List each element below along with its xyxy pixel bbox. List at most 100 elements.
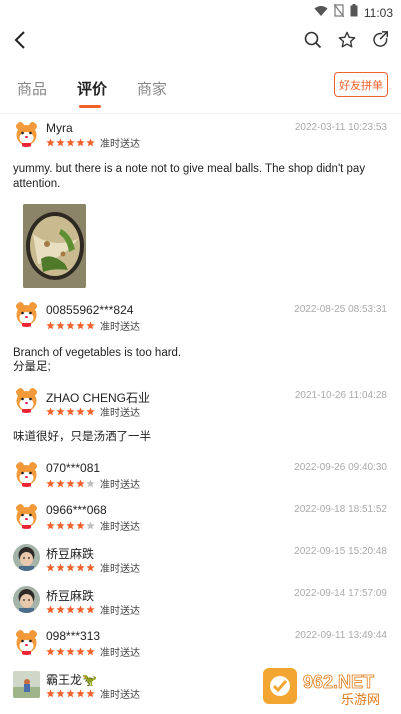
rating-stars: 准时送达 [46,318,140,333]
review-item: 桥豆麻跌 2022-09-14 17:57:09 准时送达 [0,582,401,624]
star-filled-icon [66,647,75,656]
status-time: 11:03 [363,6,393,20]
star-filled-icon [86,689,95,698]
review-comment: 味道很好，只是汤洒了一半 [13,431,151,443]
star-filled-icon [66,138,75,147]
review-date: 2022-03-11 10:23:53 [294,122,387,133]
star-filled-icon [86,138,95,147]
star-filled-icon [56,647,65,656]
review-comment: yummy. but there is a note not to give m… [13,163,366,190]
reviewer-name: 070***081 [46,461,101,475]
review-date: 2022-09-18 18:51:52 [294,504,387,515]
tab-products[interactable]: 商品 [17,78,47,99]
star-filled-icon [46,689,55,698]
delivery-status: 准时送达 [100,480,140,491]
review-item: 00855962***824 2022-08-25 08:53:31 准时送达 … [0,294,401,380]
search-icon [304,31,322,49]
star-filled-icon [76,138,85,147]
watermark-brand: 962.NET [303,672,374,692]
hamster-avatar[interactable] [13,502,40,529]
delivery-status: 准时送达 [100,322,140,333]
hamster-avatar[interactable] [13,460,40,487]
star-filled-icon [46,563,55,572]
review-item: 0966***068 2022-09-18 18:51:52 准时送达 [0,498,401,540]
star-filled-icon [66,689,75,698]
photo-avatar[interactable] [13,671,40,698]
star-filled-icon [46,138,55,147]
star-filled-icon [86,407,95,416]
star-filled-icon [76,407,85,416]
tab-bar: 商品 评价 商家 好友拼单 [0,62,401,114]
rating-stars: 准时送达 [46,602,140,617]
child-photo-avatar[interactable] [13,544,40,571]
review-item: ZHAO CHENG石业 2021-10-26 11:04:28 准时送达 味道… [0,380,401,456]
hamster-avatar[interactable] [13,386,40,413]
star-filled-icon [86,605,95,614]
star-filled-icon [76,521,85,530]
rating-stars: 准时送达 [46,686,140,701]
hamster-avatar[interactable] [13,628,40,655]
star-filled-icon [66,605,75,614]
star-filled-icon [56,321,65,330]
share-icon [373,31,389,47]
review-date: 2022-09-26 09:40:30 [294,462,387,473]
active-tab-indicator [79,105,101,108]
delivery-status: 准时送达 [100,564,140,575]
delivery-status: 准时送达 [100,690,140,701]
nav-bar [0,24,401,62]
star-filled-icon [46,479,55,488]
review-item: 098***313 2022-09-11 13:49:44 准时送达 [0,624,401,666]
review-photo[interactable] [23,204,86,288]
rating-stars: 准时送达 [46,518,140,533]
review-date: 2022-09-14 17:57:09 [294,588,387,599]
battery-icon [350,4,358,22]
star-filled-icon [76,605,85,614]
star-filled-icon [66,563,75,572]
star-filled-icon [86,321,95,330]
reviewer-name: Myra [46,121,73,135]
group-buy-button[interactable]: 好友拼单 [334,72,388,97]
delivery-status: 准时送达 [100,648,140,659]
rating-stars: 准时送达 [46,476,140,491]
star-filled-icon [76,321,85,330]
review-comment-line: Branch of vegetables is too hard. [13,347,182,359]
star-filled-icon [56,605,65,614]
reviewer-name: 0966***068 [46,503,107,517]
review-item: 桥豆麻跌 2022-09-15 15:20:48 准时送达 [0,540,401,582]
tab-reviews[interactable]: 评价 [77,78,107,99]
star-filled-icon [46,321,55,330]
star-filled-icon [56,689,65,698]
child-photo-avatar[interactable] [13,586,40,613]
star-filled-icon [56,407,65,416]
share-button[interactable] [371,30,391,50]
star-filled-icon [46,407,55,416]
review-item: 070***081 2022-09-26 09:40:30 准时送达 [0,456,401,498]
star-filled-icon [86,563,95,572]
star-filled-icon [46,647,55,656]
hamster-avatar[interactable] [13,300,40,327]
review-date: 2022-09-15 15:20:48 [294,546,387,557]
delivery-status: 准时送达 [100,606,140,617]
star-filled-icon [76,647,85,656]
rating-stars: 准时送达 [46,135,140,150]
review-comment-line: 分量足; [13,361,51,373]
star-filled-icon [66,521,75,530]
delivery-status: 准时送达 [100,408,140,419]
star-filled-icon [76,689,85,698]
hamster-avatar[interactable] [13,120,40,147]
site-watermark-logo: 962.NET 乐游网 [263,666,393,708]
back-arrow-icon [14,31,25,49]
signal-off-icon [333,3,345,22]
reviewer-name: 098***313 [46,629,101,643]
rating-stars: 准时送达 [46,644,140,659]
search-button[interactable] [303,30,323,50]
delivery-status: 准时送达 [100,139,140,150]
star-outline-icon [338,31,356,48]
star-filled-icon [66,479,75,488]
star-filled-icon [76,563,85,572]
review-date: 2022-09-11 13:49:44 [294,630,387,641]
star-filled-icon [56,563,65,572]
favorite-button[interactable] [337,30,357,50]
back-button[interactable] [8,26,32,54]
tab-merchant[interactable]: 商家 [137,78,167,99]
